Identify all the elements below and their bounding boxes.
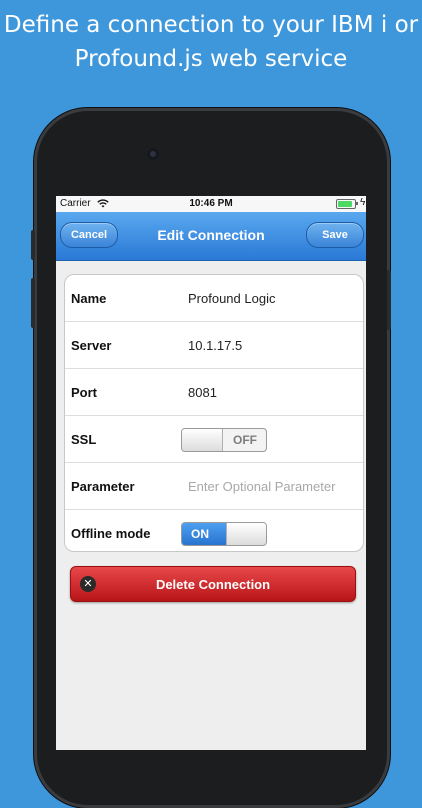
parameter-label: Parameter (71, 479, 135, 494)
port-label: Port (71, 385, 97, 400)
form-row-offline-mode: Offline mode ON (65, 510, 363, 551)
form-row-port: Port 8081 (65, 369, 363, 416)
toggle-knob (182, 429, 223, 451)
parameter-field[interactable]: Enter Optional Parameter (188, 479, 335, 494)
offline-mode-label: Offline mode (71, 526, 151, 541)
ssl-toggle-state: OFF (233, 433, 257, 447)
charging-bolt-icon: ϟ (360, 197, 366, 208)
navigation-bar: Cancel Edit Connection Save (56, 212, 366, 261)
battery-tip (356, 202, 358, 205)
headline-line-2: Profound.js web service (74, 46, 348, 72)
ssl-toggle[interactable]: OFF (181, 428, 267, 452)
toggle-knob (226, 523, 266, 545)
status-time: 10:46 PM (189, 198, 233, 209)
status-bar: Carrier 10:46 PM ϟ (56, 196, 366, 212)
camera-icon (147, 148, 159, 160)
delete-connection-label: Delete Connection (155, 577, 271, 592)
battery-icon (336, 199, 356, 209)
promo-headline: Define a connection to your IBM i or Pro… (0, 8, 422, 76)
form-row-parameter: Parameter Enter Optional Parameter (65, 463, 363, 510)
save-button[interactable]: Save (306, 222, 364, 248)
port-field[interactable]: 8081 (188, 385, 217, 400)
phone-volume-button (31, 278, 35, 328)
offline-mode-toggle[interactable]: ON (181, 522, 267, 546)
connection-form: Name Profound Logic Server 10.1.17.5 Por… (64, 274, 364, 552)
form-row-name: Name Profound Logic (65, 275, 363, 322)
server-label: Server (71, 338, 112, 353)
form-row-ssl: SSL OFF (65, 416, 363, 463)
name-label: Name (71, 291, 107, 306)
server-field[interactable]: 10.1.17.5 (188, 338, 242, 353)
name-field[interactable]: Profound Logic (188, 291, 275, 306)
offline-toggle-state: ON (191, 527, 209, 541)
phone-power-button (387, 270, 391, 330)
form-row-server: Server 10.1.17.5 (65, 322, 363, 369)
app-screen: Carrier 10:46 PM ϟ Cancel Edit Connectio… (56, 196, 366, 750)
headline-line-1: Define a connection to your IBM i or (3, 12, 419, 38)
delete-connection-button[interactable]: ✕ Delete Connection (70, 566, 356, 602)
ssl-label: SSL (71, 432, 97, 447)
phone-volume-button (31, 230, 35, 260)
